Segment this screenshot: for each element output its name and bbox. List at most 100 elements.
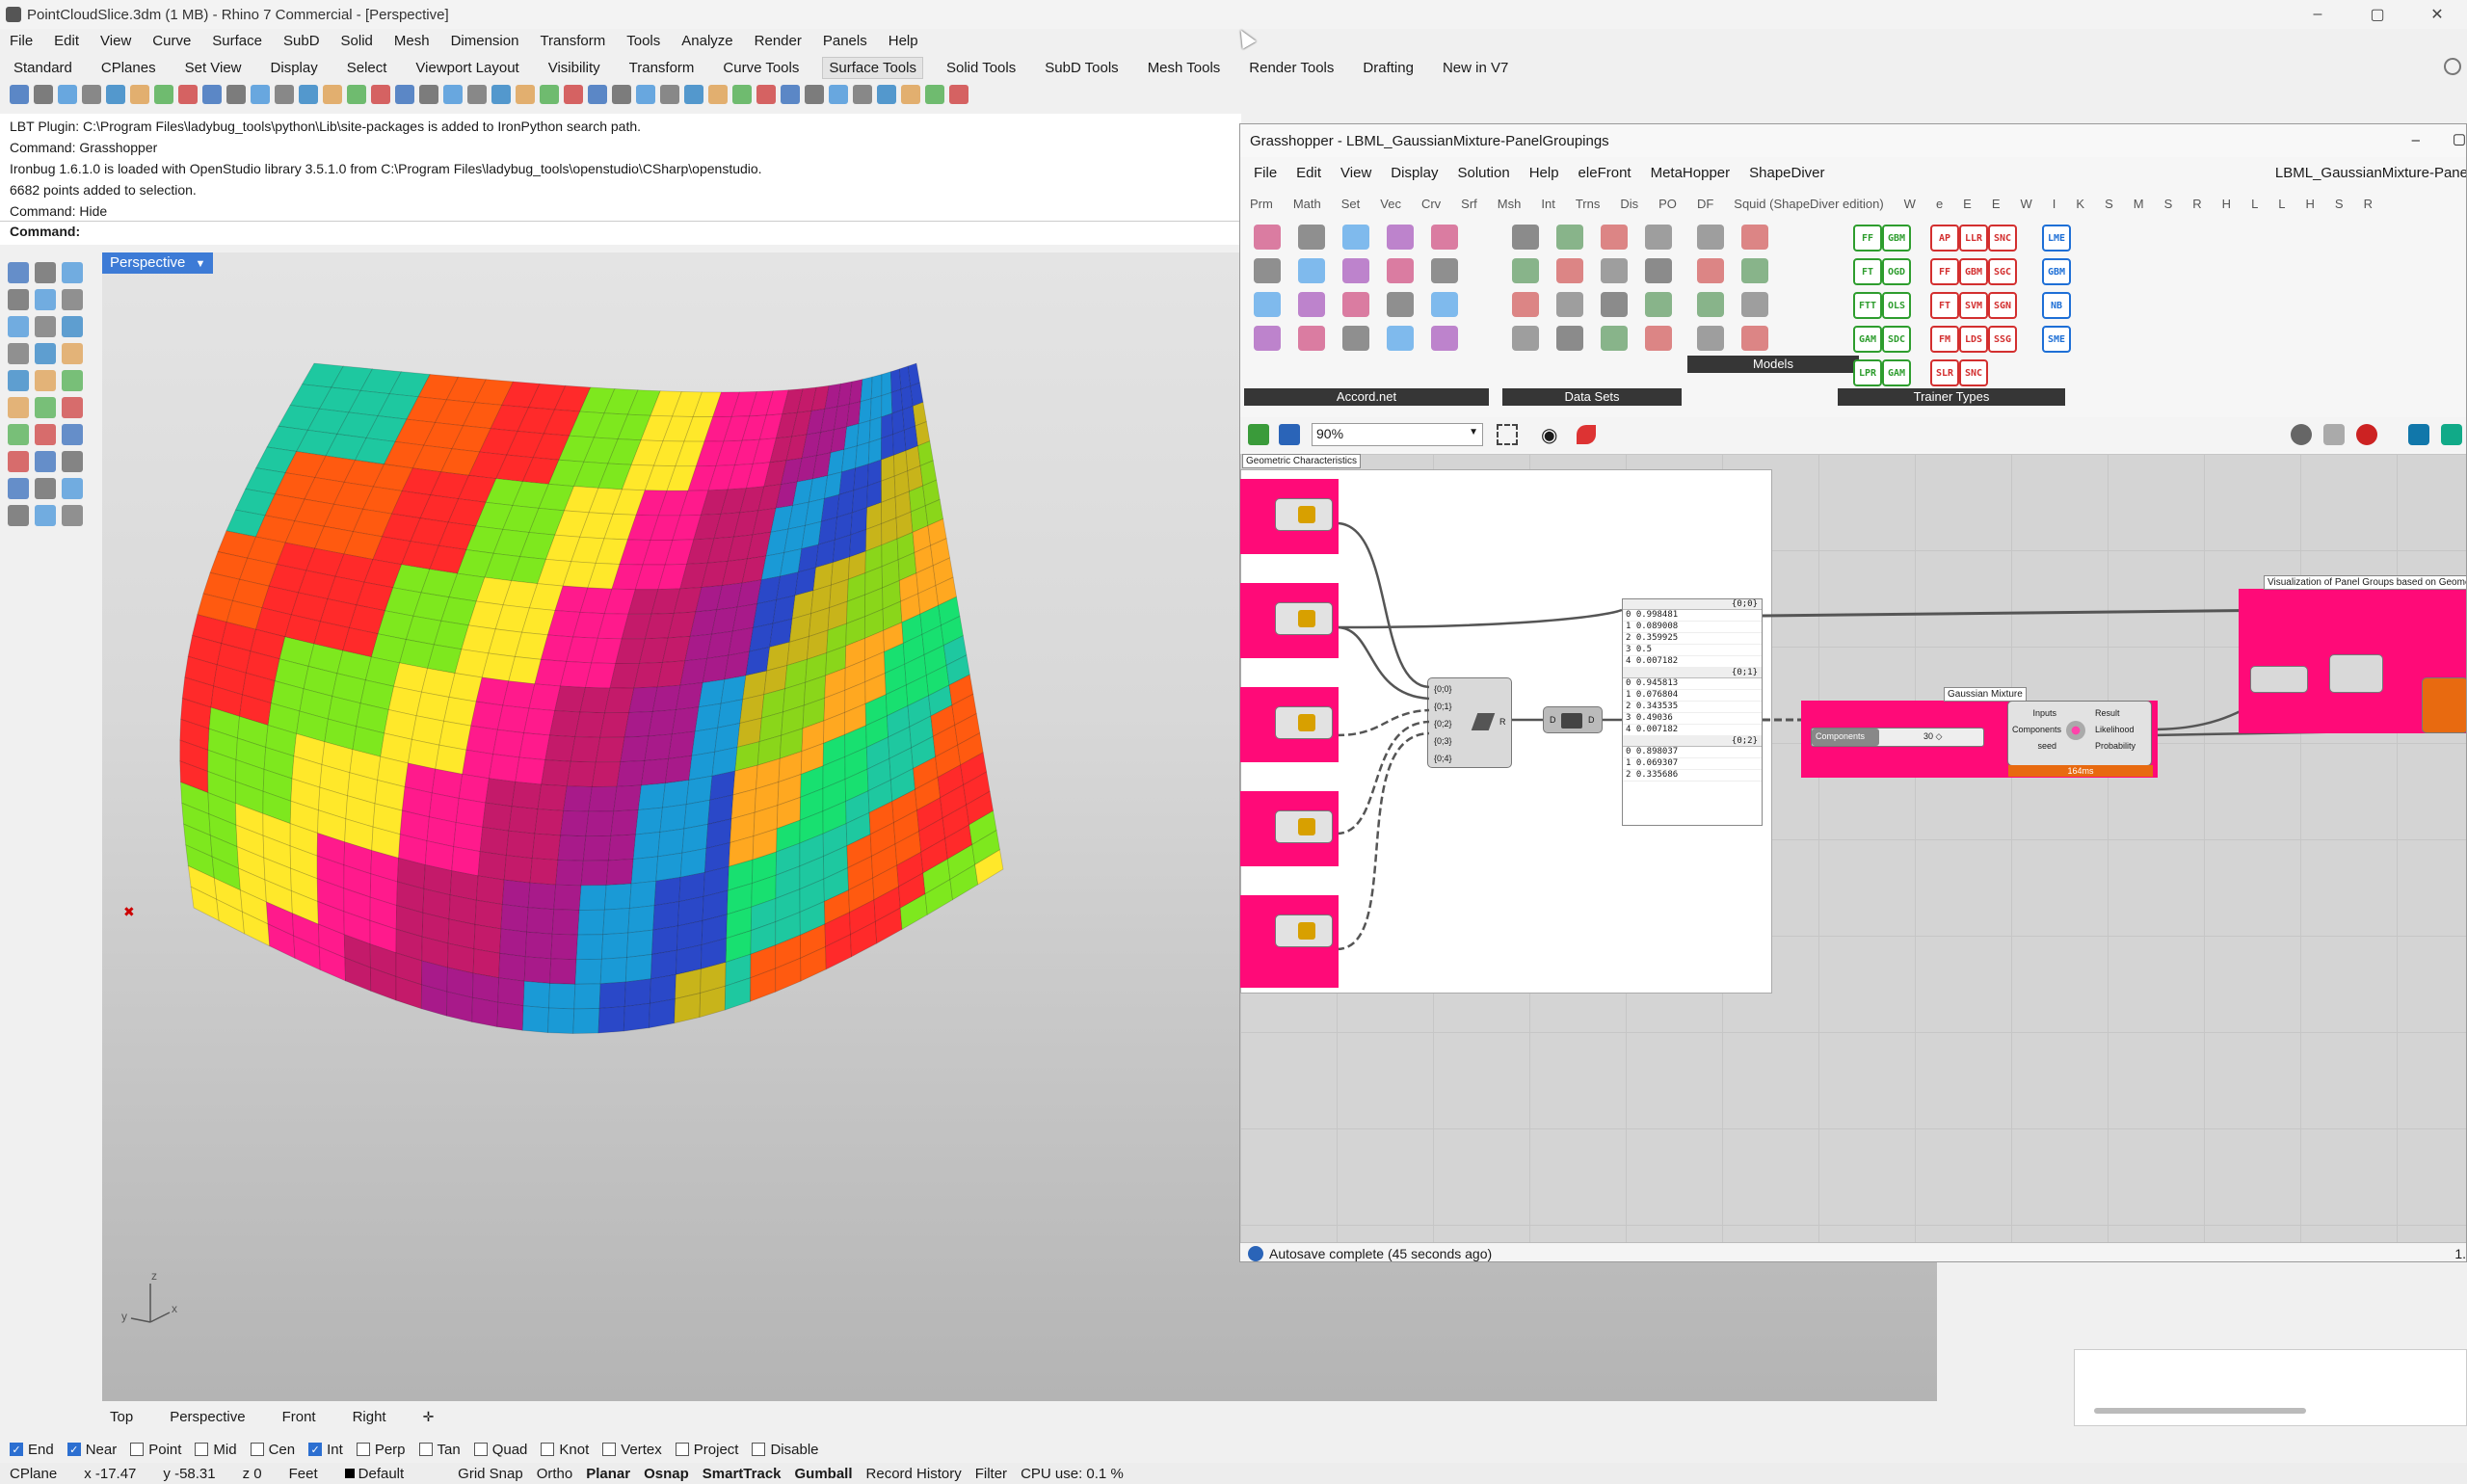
preview-shaded-icon[interactable] xyxy=(2323,424,2345,445)
status-units[interactable]: Feet xyxy=(289,1466,318,1482)
gh-category-tab[interactable]: E xyxy=(1963,197,1972,211)
gh-menu-file[interactable]: File xyxy=(1254,165,1277,181)
gh-component-icon[interactable] xyxy=(1254,292,1281,317)
trainer-svm-icon[interactable]: SVM xyxy=(1959,292,1988,319)
toolbar-tool-icon[interactable] xyxy=(756,85,776,104)
snap-perp[interactable]: Perp xyxy=(356,1442,406,1458)
gh-category-tab[interactable]: M xyxy=(2134,197,2144,211)
gh-component-icon[interactable] xyxy=(1254,258,1281,283)
merge-component[interactable]: {0;0} {0;1} {0;2} {0;3} {0;4} R xyxy=(1427,677,1512,768)
sketch-pen-icon[interactable] xyxy=(1577,425,1597,444)
snap-checkbox[interactable]: ✓ xyxy=(66,1443,81,1456)
toolbar-tool-icon[interactable] xyxy=(708,85,728,104)
gh-category-tab[interactable]: Crv xyxy=(1421,197,1441,211)
toolbar-tool-icon[interactable] xyxy=(805,85,824,104)
toolbar-tool-icon[interactable] xyxy=(202,85,222,104)
components-slider[interactable]: Components 30 ◇ xyxy=(1811,728,1984,747)
gh-category-tab[interactable]: H xyxy=(2222,197,2231,211)
left-tool-icon[interactable] xyxy=(35,478,56,499)
toolbar-tool-icon[interactable] xyxy=(178,85,198,104)
settings-gear-icon[interactable] xyxy=(2444,58,2461,75)
trainer-slr-icon[interactable]: SLR xyxy=(1930,359,1959,386)
snap-disable[interactable]: Disable xyxy=(752,1442,819,1458)
gh-category-tab[interactable]: H xyxy=(2306,197,2315,211)
viewport-tab-perspective[interactable]: Perspective xyxy=(162,1409,252,1425)
left-tool-icon[interactable] xyxy=(35,343,56,364)
trainer-ft-icon[interactable]: FT xyxy=(1853,258,1882,285)
gh-minimize-button[interactable]: – xyxy=(2412,132,2420,148)
zoom-extents-icon[interactable] xyxy=(1497,424,1518,445)
gh-component-icon[interactable] xyxy=(1556,326,1583,351)
toggle-record-history[interactable]: Record History xyxy=(866,1466,962,1482)
left-tool-icon[interactable] xyxy=(35,370,56,391)
toolbar-tool-icon[interactable] xyxy=(612,85,631,104)
trainer-lpr-icon[interactable]: LPR xyxy=(1853,359,1882,386)
gh-component-icon[interactable] xyxy=(1741,225,1768,250)
tab-set-view[interactable]: Set View xyxy=(185,60,242,76)
gh-component-icon[interactable] xyxy=(1387,326,1414,351)
snap-cen[interactable]: Cen xyxy=(250,1442,295,1458)
gh-component-icon[interactable] xyxy=(1601,225,1628,250)
trainer-sme-icon[interactable]: SME xyxy=(2042,326,2071,353)
gh-component-icon[interactable] xyxy=(1601,292,1628,317)
toolbar-tool-icon[interactable] xyxy=(154,85,173,104)
toolbar-tool-icon[interactable] xyxy=(877,85,896,104)
toolbar-tool-icon[interactable] xyxy=(660,85,679,104)
status-y[interactable]: y -58.31 xyxy=(163,1466,215,1482)
snap-checkbox[interactable] xyxy=(195,1443,209,1456)
command-prompt[interactable]: Command: xyxy=(0,221,1241,245)
gh-component-icon[interactable] xyxy=(1298,326,1325,351)
toolbar-tool-icon[interactable] xyxy=(323,85,342,104)
gh-component-icon[interactable] xyxy=(1556,258,1583,283)
toolbar-tool-icon[interactable] xyxy=(491,85,511,104)
gh-component-icon[interactable] xyxy=(1645,292,1672,317)
tab-solid-tools[interactable]: Solid Tools xyxy=(946,60,1016,76)
left-tool-icon[interactable] xyxy=(8,262,29,283)
snap-quad[interactable]: Quad xyxy=(473,1442,527,1458)
gh-component-icon[interactable] xyxy=(1387,292,1414,317)
bake-all-icon[interactable] xyxy=(2441,424,2462,445)
gh-menu-edit[interactable]: Edit xyxy=(1296,165,1321,181)
gh-component-icon[interactable] xyxy=(1431,258,1458,283)
menu-transform[interactable]: Transform xyxy=(540,33,605,49)
gh-component-icon[interactable] xyxy=(1697,258,1724,283)
toolbar-tool-icon[interactable] xyxy=(226,85,246,104)
gh-category-tab[interactable]: Int xyxy=(1541,197,1554,211)
gh-component-icon[interactable] xyxy=(1342,258,1369,283)
gh-category-tab[interactable]: e xyxy=(1936,197,1943,211)
left-tool-icon[interactable] xyxy=(8,424,29,445)
gmm-output-probability[interactable]: Probability xyxy=(2095,738,2135,755)
snap-checkbox[interactable] xyxy=(130,1443,145,1456)
menu-analyze[interactable]: Analyze xyxy=(681,33,732,49)
gh-component-icon[interactable] xyxy=(1512,258,1539,283)
gh-component-icon[interactable] xyxy=(1431,326,1458,351)
menu-render[interactable]: Render xyxy=(755,33,802,49)
toggle-smarttrack[interactable]: SmartTrack xyxy=(703,1466,782,1482)
gh-component-icon[interactable] xyxy=(1512,225,1539,250)
trainer-snc-icon[interactable]: SNC xyxy=(1988,225,2017,252)
left-tool-icon[interactable] xyxy=(8,451,29,472)
menu-surface[interactable]: Surface xyxy=(212,33,262,49)
gh-component-icon[interactable] xyxy=(1387,225,1414,250)
gh-category-tab[interactable]: Set xyxy=(1341,197,1361,211)
gh-category-tab[interactable]: E xyxy=(1992,197,2001,211)
gh-category-tab[interactable]: S xyxy=(2164,197,2173,211)
menu-subd[interactable]: SubD xyxy=(283,33,320,49)
toolbar-tool-icon[interactable] xyxy=(419,85,438,104)
toolbar-tool-icon[interactable] xyxy=(781,85,800,104)
gh-menu-solution[interactable]: Solution xyxy=(1457,165,1509,181)
trainer-ff-icon[interactable]: FF xyxy=(1930,258,1959,285)
toolbar-tool-icon[interactable] xyxy=(853,85,872,104)
gh-component-icon[interactable] xyxy=(1342,326,1369,351)
gh-menu-display[interactable]: Display xyxy=(1391,165,1438,181)
vis-component-3[interactable] xyxy=(2422,677,2466,733)
toggle-osnap[interactable]: Osnap xyxy=(644,1466,689,1482)
gmm-input-components[interactable]: Components xyxy=(2012,722,2061,738)
left-tool-icon[interactable] xyxy=(35,451,56,472)
tab-render-tools[interactable]: Render Tools xyxy=(1249,60,1334,76)
gh-menu-elefront[interactable]: eleFront xyxy=(1578,165,1631,181)
merge-input[interactable]: {0;4} xyxy=(1434,750,1452,767)
status-cplane[interactable]: CPlane xyxy=(10,1466,57,1482)
viewport-dropdown-icon[interactable]: ▼ xyxy=(196,258,206,270)
snap-int[interactable]: ✓ Int xyxy=(308,1442,343,1458)
